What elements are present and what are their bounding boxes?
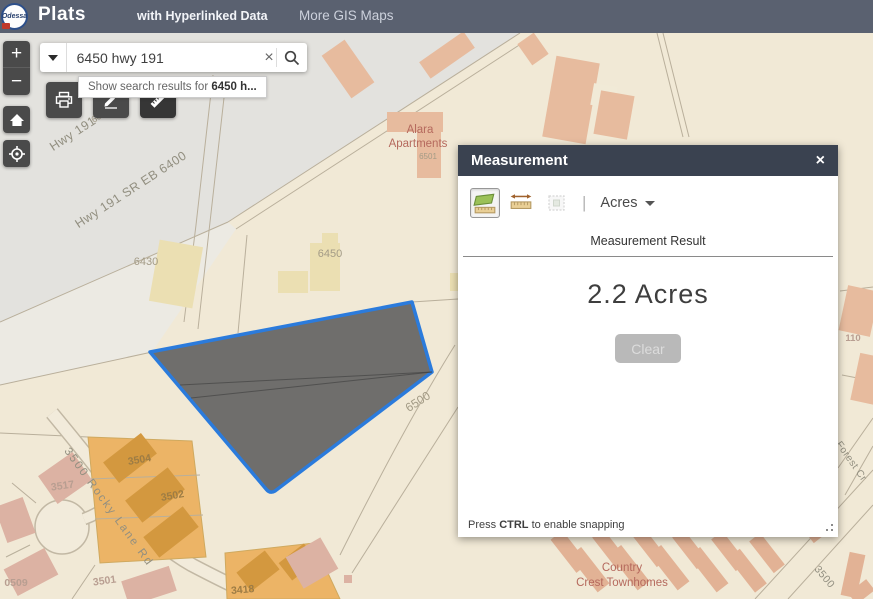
- measurement-panel-header[interactable]: Measurement ×: [458, 145, 838, 176]
- zoom-control: + −: [3, 41, 30, 95]
- odessa-logo: Odessa: [1, 3, 28, 30]
- unit-label: Acres: [600, 195, 637, 211]
- search-icon: [283, 49, 301, 67]
- parcel-label-0509: 0509: [4, 577, 28, 589]
- divider: [463, 256, 833, 257]
- parcel-label-110: 110: [845, 333, 860, 344]
- home-icon: [9, 112, 25, 128]
- close-panel-button[interactable]: ×: [803, 152, 838, 170]
- measurement-panel: Measurement ×: [458, 145, 838, 537]
- suggestion-text: Show search results for: [88, 81, 211, 93]
- map-canvas[interactable]: Hwy 191600Hwy 191 SR EB 6400643064506500…: [0, 33, 873, 599]
- panel-title: Measurement: [458, 152, 803, 169]
- parcel-label-6450: 6450: [318, 248, 342, 260]
- search-input[interactable]: [67, 50, 262, 66]
- unit-dropdown[interactable]: Acres: [594, 194, 660, 212]
- poi-label-alara-line2: Apartments: [389, 138, 448, 150]
- poi-label-alara-line1: Alara: [407, 124, 434, 136]
- locate-button[interactable]: [3, 140, 30, 167]
- more-gis-maps-link[interactable]: More GIS Maps: [299, 8, 394, 23]
- home-button[interactable]: [3, 106, 30, 133]
- area-measure-icon: [473, 191, 497, 215]
- suggestion-term: 6450 h...: [211, 81, 256, 93]
- parcel-label-6430: 6430: [134, 256, 158, 268]
- area-measure-button[interactable]: [470, 188, 500, 218]
- parcel-label-6501: 6501: [419, 152, 437, 161]
- search-clear-button[interactable]: ×: [262, 49, 277, 67]
- measurement-tools: | Acres: [458, 176, 838, 218]
- page-subtitle: with Hyperlinked Data: [137, 9, 268, 23]
- search-bar: ×: [40, 43, 307, 72]
- chevron-down-icon: [645, 201, 655, 206]
- texas-flag-detail: [2, 23, 10, 29]
- app-header: Odessa Plats with Hyperlinked Data More …: [0, 0, 873, 33]
- close-icon: ×: [816, 152, 825, 169]
- clear-button[interactable]: Clear: [615, 334, 681, 363]
- tools-separator: |: [582, 193, 586, 213]
- measurement-result-value: 2.2 Acres: [458, 279, 838, 310]
- poi-label-country-line2: Crest Townhomes: [576, 577, 668, 589]
- location-measure-button[interactable]: [542, 188, 572, 218]
- snapping-hint: Press CTRL to enable snapping: [458, 513, 838, 537]
- poi-label-country-line1: Country: [602, 562, 643, 574]
- chevron-down-icon: [48, 55, 58, 61]
- zoom-out-button[interactable]: −: [3, 68, 30, 95]
- crosshair-icon: [8, 145, 26, 163]
- gis-application: Hwy 191600Hwy 191 SR EB 6400643064506500…: [0, 0, 873, 599]
- measurement-result-heading: Measurement Result: [458, 234, 838, 248]
- distance-measure-button[interactable]: [506, 188, 536, 218]
- search-source-dropdown[interactable]: [40, 43, 67, 72]
- printer-icon: [54, 90, 74, 110]
- panel-resize-handle[interactable]: [831, 529, 833, 531]
- location-measure-icon: [546, 192, 568, 214]
- distance-measure-icon: [509, 191, 533, 215]
- search-suggestion[interactable]: Show search results for 6450 h...: [78, 76, 267, 98]
- page-title: Plats: [38, 4, 86, 26]
- search-button[interactable]: [277, 43, 307, 72]
- print-tool-button[interactable]: [46, 82, 82, 118]
- zoom-in-button[interactable]: +: [3, 41, 30, 68]
- parcel-label-3418: 3418: [231, 583, 255, 597]
